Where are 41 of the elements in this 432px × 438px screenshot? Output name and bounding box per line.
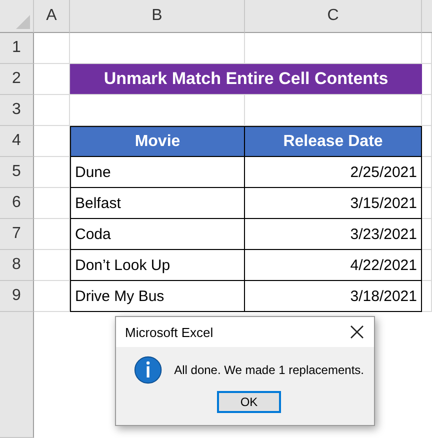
empty-cell[interactable] [422,157,432,188]
table-header: Release Date [245,126,422,157]
empty-cell[interactable] [422,95,432,126]
close-icon[interactable] [350,325,364,339]
empty-cell[interactable] [422,219,432,250]
dialog-title: Microsoft Excel [125,324,214,340]
row-header[interactable]: 1 [0,33,34,64]
column-header[interactable]: C [245,0,422,33]
table-header: Movie [70,126,245,157]
corner-triangle-icon[interactable] [16,15,30,29]
row-header[interactable] [0,312,34,438]
table-cell: Dune [70,157,245,188]
empty-cell[interactable] [422,64,432,95]
table-cell: Drive My Bus [70,281,245,312]
row-header[interactable]: 3 [0,95,34,126]
table-cell: 3/23/2021 [245,219,422,250]
dialog-message: All done. We made 1 replacements. [174,363,364,377]
column-header[interactable]: B [70,0,245,33]
column-header[interactable] [422,0,432,33]
row-header[interactable]: 9 [0,281,34,312]
row-header[interactable]: 5 [0,157,34,188]
row-header[interactable]: 7 [0,219,34,250]
empty-cell[interactable] [422,126,432,157]
table-cell: Coda [70,219,245,250]
row-header[interactable]: 4 [0,126,34,157]
table-cell: 3/18/2021 [245,281,422,312]
table-cell: Don’t Look Up [70,250,245,281]
table-cell: 3/15/2021 [245,188,422,219]
table-cell: 2/25/2021 [245,157,422,188]
empty-cell[interactable] [422,281,432,312]
row-header[interactable]: 6 [0,188,34,219]
sheet-title: Unmark Match Entire Cell Contents [70,64,422,95]
ok-button[interactable]: OK [217,391,281,413]
empty-cell[interactable] [422,250,432,281]
info-icon [134,355,162,385]
row-header[interactable]: 2 [0,64,34,95]
column-header[interactable]: A [34,0,70,33]
empty-cell[interactable] [422,188,432,219]
table-cell: 4/22/2021 [245,250,422,281]
row-header[interactable]: 8 [0,250,34,281]
table-cell: Belfast [70,188,245,219]
